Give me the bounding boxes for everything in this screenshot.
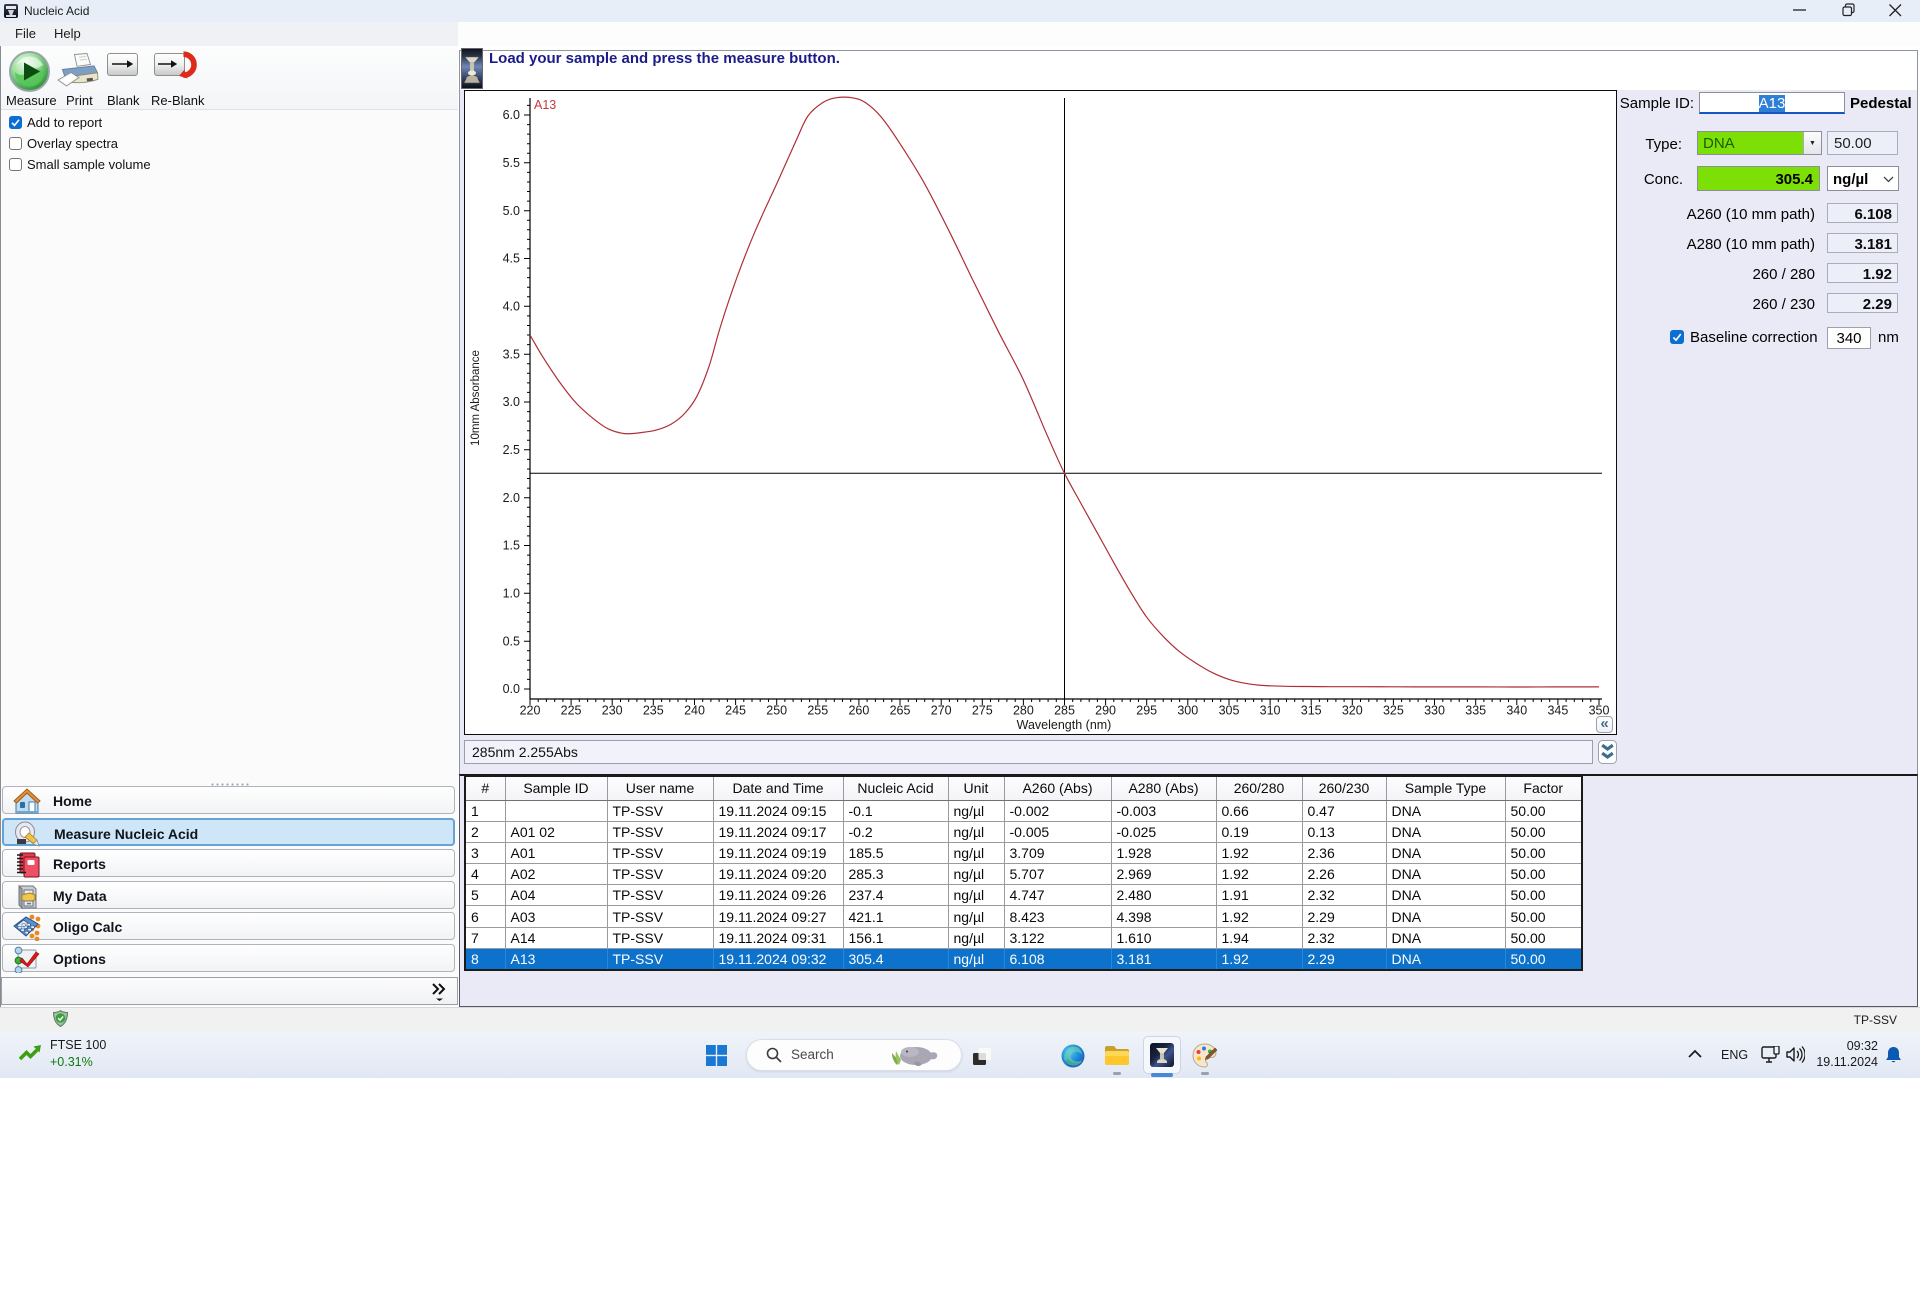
svg-text:4.5: 4.5: [502, 251, 519, 265]
svg-text:5.5: 5.5: [502, 156, 519, 170]
svg-text:270: 270: [930, 703, 951, 717]
svg-text:Wavelength (nm): Wavelength (nm): [1016, 718, 1111, 732]
svg-text:335: 335: [1465, 703, 1486, 717]
svg-text:250: 250: [766, 703, 787, 717]
svg-text:6.0: 6.0: [502, 108, 519, 122]
svg-text:240: 240: [684, 703, 705, 717]
svg-text:320: 320: [1341, 703, 1362, 717]
svg-text:225: 225: [560, 703, 581, 717]
svg-text:315: 315: [1300, 703, 1321, 717]
svg-text:295: 295: [1136, 703, 1157, 717]
svg-text:0.0: 0.0: [502, 682, 519, 696]
svg-text:305: 305: [1218, 703, 1239, 717]
svg-text:1.0: 1.0: [502, 586, 519, 600]
svg-text:265: 265: [889, 703, 910, 717]
svg-text:235: 235: [642, 703, 663, 717]
svg-text:325: 325: [1382, 703, 1403, 717]
svg-text:290: 290: [1095, 703, 1116, 717]
svg-text:3.5: 3.5: [502, 347, 519, 361]
svg-text:310: 310: [1259, 703, 1280, 717]
svg-text:260: 260: [848, 703, 869, 717]
svg-text:330: 330: [1424, 703, 1445, 717]
svg-text:A13: A13: [534, 98, 556, 112]
svg-text:285: 285: [1054, 703, 1075, 717]
svg-text:1.5: 1.5: [502, 538, 519, 552]
svg-text:4.0: 4.0: [502, 299, 519, 313]
svg-text:230: 230: [601, 703, 622, 717]
svg-text:255: 255: [807, 703, 828, 717]
svg-text:220: 220: [519, 703, 540, 717]
svg-text:245: 245: [725, 703, 746, 717]
svg-text:345: 345: [1547, 703, 1568, 717]
svg-text:0.5: 0.5: [502, 634, 519, 648]
svg-text:3.0: 3.0: [502, 395, 519, 409]
svg-text:280: 280: [1012, 703, 1033, 717]
svg-text:340: 340: [1506, 703, 1527, 717]
svg-text:10mm Absorbance: 10mm Absorbance: [470, 350, 482, 446]
svg-text:275: 275: [971, 703, 992, 717]
svg-text:2.0: 2.0: [502, 490, 519, 504]
svg-text:2.5: 2.5: [502, 443, 519, 457]
svg-text:300: 300: [1177, 703, 1198, 717]
svg-text:5.0: 5.0: [502, 203, 519, 217]
